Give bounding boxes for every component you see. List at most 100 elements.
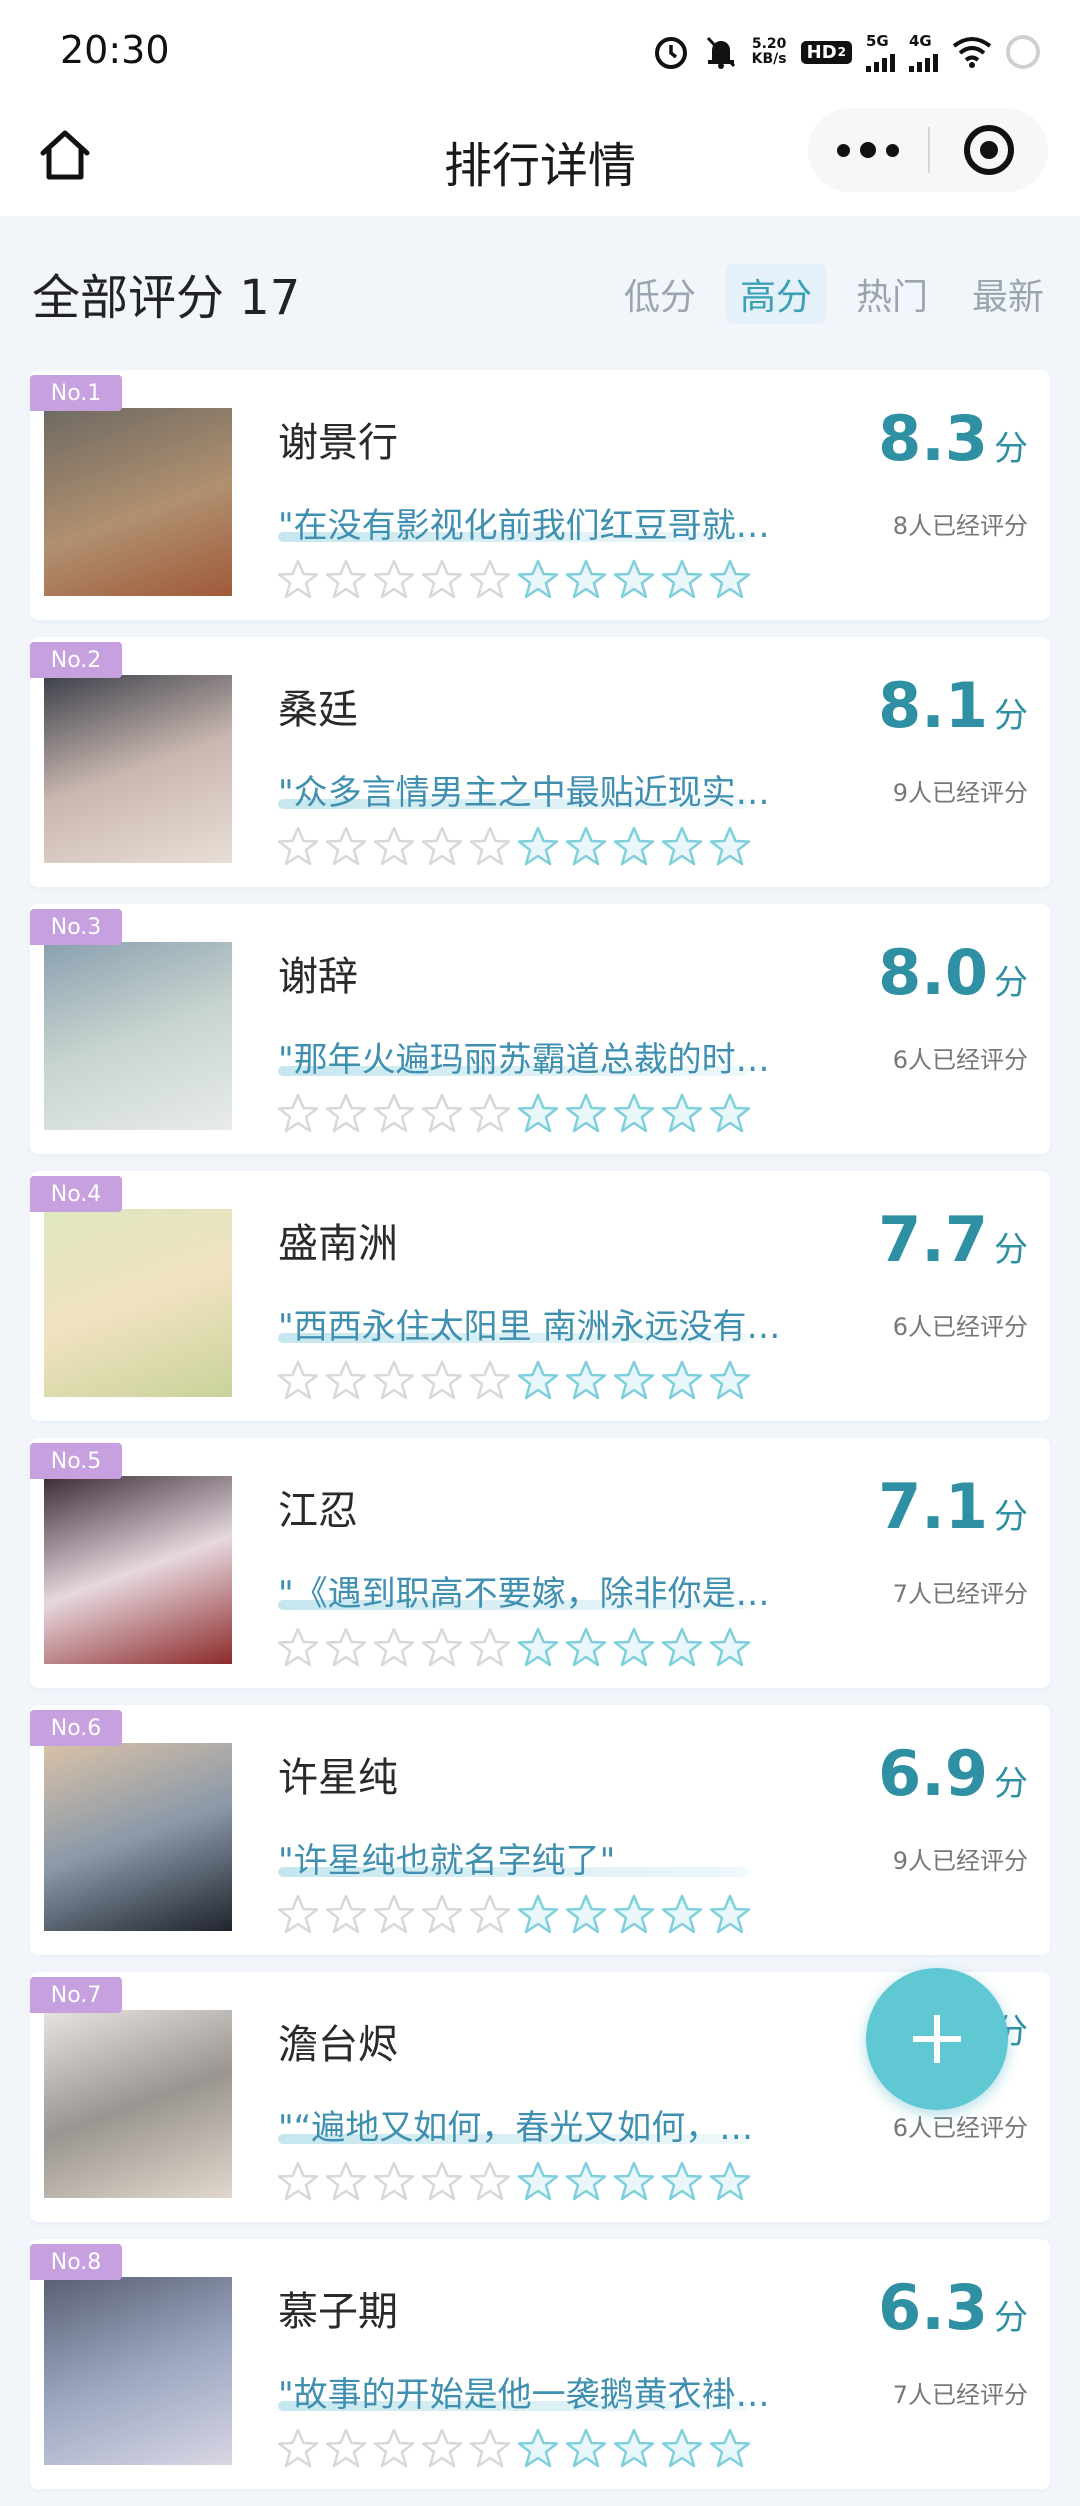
- sort-tab-high[interactable]: 高分: [725, 264, 826, 324]
- rating-star-icon[interactable]: [468, 825, 512, 869]
- rating-star-icon[interactable]: [276, 2160, 320, 2204]
- rating-star-icon[interactable]: [516, 2427, 560, 2471]
- top-comment[interactable]: "许星纯也就名字纯了": [278, 1833, 818, 1882]
- rating-star-icon[interactable]: [324, 1092, 368, 1136]
- rating-star-icon[interactable]: [420, 2160, 464, 2204]
- rating-star-icon[interactable]: [564, 1359, 608, 1403]
- sort-tab-hot[interactable]: 热门: [842, 264, 942, 324]
- character-cover-image[interactable]: [44, 1476, 232, 1664]
- rating-star-icon[interactable]: [516, 1626, 560, 1670]
- rating-star-icon[interactable]: [324, 1626, 368, 1670]
- top-comment[interactable]: "《遇到职高不要嫁，除非你是…: [278, 1566, 818, 1615]
- rating-star-icon[interactable]: [420, 1092, 464, 1136]
- rating-star-icon[interactable]: [612, 2427, 656, 2471]
- rating-star-icon[interactable]: [372, 1092, 416, 1136]
- rating-star-icon[interactable]: [372, 2427, 416, 2471]
- top-comment[interactable]: "在没有影视化前我们红豆哥就…: [278, 498, 818, 547]
- rating-star-icon[interactable]: [324, 558, 368, 602]
- rating-star-icon[interactable]: [708, 1626, 752, 1670]
- rating-star-icon[interactable]: [372, 825, 416, 869]
- rating-star-icon[interactable]: [324, 2427, 368, 2471]
- rating-star-icon[interactable]: [516, 825, 560, 869]
- rating-star-icon[interactable]: [372, 1626, 416, 1670]
- rating-star-icon[interactable]: [420, 1626, 464, 1670]
- rating-star-icon[interactable]: [708, 825, 752, 869]
- ranking-card[interactable]: No.3 谢辞 "那年火遍玛丽苏霸道总裁的时… 8.0 分 6人已经评分: [30, 904, 1050, 1154]
- rating-star-icon[interactable]: [660, 825, 704, 869]
- rating-star-icon[interactable]: [708, 1092, 752, 1136]
- rating-star-icon[interactable]: [660, 1893, 704, 1937]
- character-cover-image[interactable]: [44, 2010, 232, 2198]
- rating-star-icon[interactable]: [276, 1092, 320, 1136]
- rating-star-icon[interactable]: [276, 825, 320, 869]
- rating-star-icon[interactable]: [612, 2160, 656, 2204]
- rating-star-icon[interactable]: [420, 1893, 464, 1937]
- rating-star-icon[interactable]: [468, 1626, 512, 1670]
- rating-star-icon[interactable]: [516, 1092, 560, 1136]
- rating-star-icon[interactable]: [708, 1893, 752, 1937]
- rating-star-icon[interactable]: [564, 825, 608, 869]
- rating-star-icon[interactable]: [420, 2427, 464, 2471]
- ranking-card[interactable]: No.2 桑廷 "众多言情男主之中最贴近现实… 8.1 分 9人已经评分: [30, 637, 1050, 887]
- rating-star-icon[interactable]: [660, 1626, 704, 1670]
- rating-star-icon[interactable]: [708, 558, 752, 602]
- rating-star-icon[interactable]: [612, 558, 656, 602]
- character-cover-image[interactable]: [44, 1209, 232, 1397]
- rating-star-icon[interactable]: [564, 1092, 608, 1136]
- ranking-card[interactable]: No.8 慕子期 "故事的开始是他一袭鹅黄衣褂… 6.3 分 7人已经评分: [30, 2239, 1050, 2489]
- character-cover-image[interactable]: [44, 675, 232, 863]
- more-dots-icon[interactable]: [808, 108, 928, 192]
- rating-star-icon[interactable]: [420, 825, 464, 869]
- rating-star-icon[interactable]: [612, 825, 656, 869]
- rating-star-icon[interactable]: [468, 1893, 512, 1937]
- rating-star-icon[interactable]: [660, 2160, 704, 2204]
- rating-star-icon[interactable]: [660, 558, 704, 602]
- rating-star-icon[interactable]: [372, 558, 416, 602]
- rating-star-icon[interactable]: [324, 2160, 368, 2204]
- sort-tab-low[interactable]: 低分: [610, 264, 710, 324]
- rating-star-icon[interactable]: [612, 1092, 656, 1136]
- rating-star-icon[interactable]: [468, 1092, 512, 1136]
- rating-star-icon[interactable]: [420, 558, 464, 602]
- rating-star-icon[interactable]: [468, 1359, 512, 1403]
- rating-star-icon[interactable]: [276, 1359, 320, 1403]
- rating-star-icon[interactable]: [372, 1893, 416, 1937]
- rating-star-icon[interactable]: [276, 1893, 320, 1937]
- ranking-card[interactable]: No.6 许星纯 "许星纯也就名字纯了" 6.9 分 9人已经评分: [30, 1705, 1050, 1955]
- rating-star-icon[interactable]: [564, 1626, 608, 1670]
- character-cover-image[interactable]: [44, 1743, 232, 1931]
- rating-star-icon[interactable]: [276, 558, 320, 602]
- ranking-card[interactable]: No.5 江忍 "《遇到职高不要嫁，除非你是… 7.1 分 7人已经评分: [30, 1438, 1050, 1688]
- character-cover-image[interactable]: [44, 2277, 232, 2465]
- sort-tab-latest[interactable]: 最新: [958, 264, 1058, 324]
- ranking-card[interactable]: No.1 谢景行 "在没有影视化前我们红豆哥就… 8.3 分 8人已经评分: [30, 370, 1050, 620]
- rating-star-icon[interactable]: [708, 1359, 752, 1403]
- rating-star-icon[interactable]: [420, 1359, 464, 1403]
- rating-star-icon[interactable]: [612, 1626, 656, 1670]
- rating-star-icon[interactable]: [516, 1359, 560, 1403]
- top-comment[interactable]: "那年火遍玛丽苏霸道总裁的时…: [278, 1032, 818, 1081]
- rating-star-icon[interactable]: [612, 1893, 656, 1937]
- rating-star-icon[interactable]: [468, 558, 512, 602]
- character-cover-image[interactable]: [44, 408, 232, 596]
- rating-star-icon[interactable]: [372, 2160, 416, 2204]
- rating-star-icon[interactable]: [516, 558, 560, 602]
- rating-star-icon[interactable]: [324, 825, 368, 869]
- close-button[interactable]: [930, 108, 1048, 192]
- rating-star-icon[interactable]: [708, 2427, 752, 2471]
- rating-star-icon[interactable]: [324, 1893, 368, 1937]
- rating-star-icon[interactable]: [324, 1359, 368, 1403]
- rating-star-icon[interactable]: [660, 1359, 704, 1403]
- rating-star-icon[interactable]: [468, 2427, 512, 2471]
- rating-star-icon[interactable]: [564, 558, 608, 602]
- character-cover-image[interactable]: [44, 942, 232, 1130]
- rating-star-icon[interactable]: [276, 1626, 320, 1670]
- rating-star-icon[interactable]: [660, 2427, 704, 2471]
- rating-star-icon[interactable]: [564, 2160, 608, 2204]
- rating-star-icon[interactable]: [660, 1092, 704, 1136]
- top-comment[interactable]: "西西永住太阳里 南洲永远没有…: [278, 1299, 818, 1348]
- add-rating-button[interactable]: [866, 1968, 1008, 2110]
- rating-star-icon[interactable]: [612, 1359, 656, 1403]
- top-comment[interactable]: "众多言情男主之中最贴近现实…: [278, 765, 818, 814]
- rating-star-icon[interactable]: [516, 1893, 560, 1937]
